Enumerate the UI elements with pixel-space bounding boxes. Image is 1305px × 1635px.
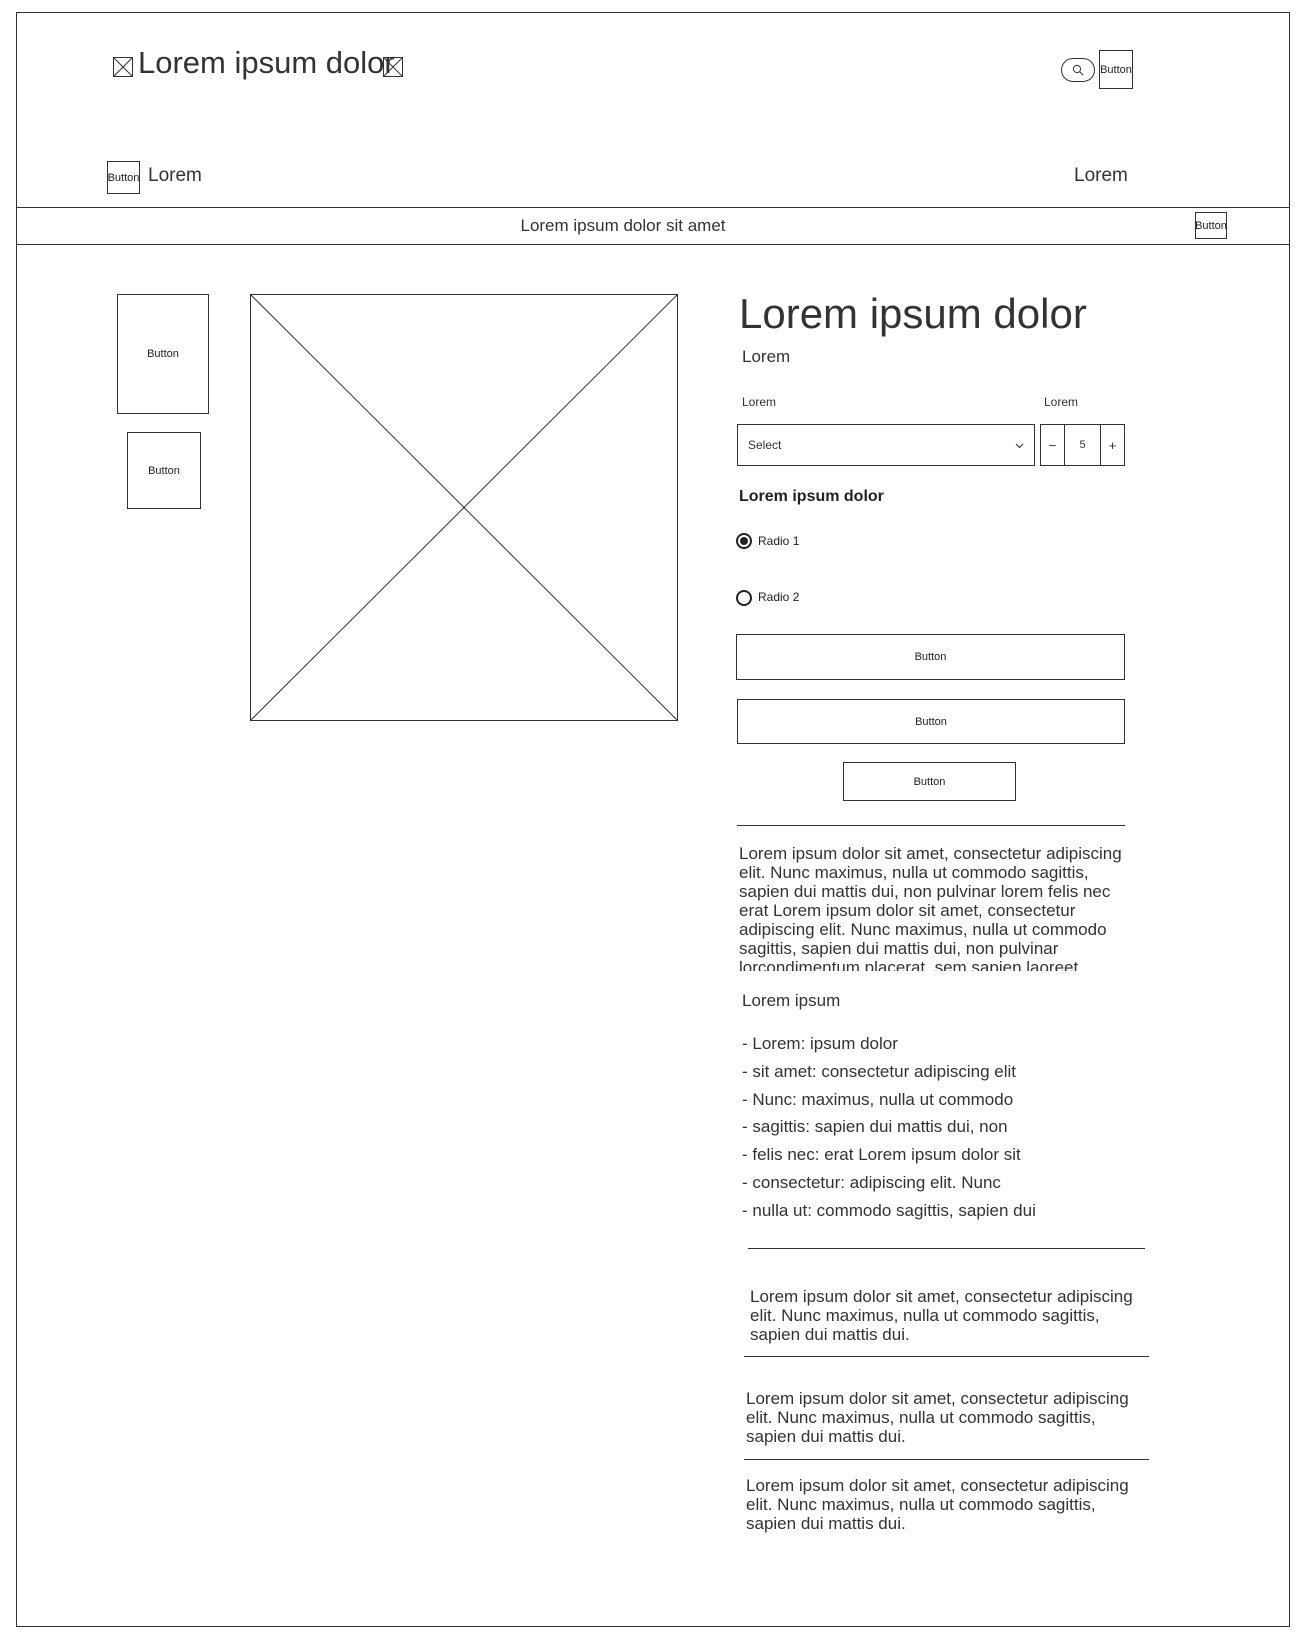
spec-item: - consectetur: adipiscing elit. Nunc	[742, 1173, 1001, 1192]
variant-select-value: Select	[748, 438, 782, 452]
variant-label: Lorem	[742, 395, 777, 409]
quantity-label: Lorem	[1044, 395, 1079, 409]
divider	[16, 207, 1290, 208]
nav-left-link[interactable]: Lorem	[148, 165, 202, 187]
options-title: Lorem ipsum dolor	[739, 488, 884, 505]
thumbnail-button-1[interactable]: Button	[117, 294, 209, 414]
radio-1-label[interactable]: Radio 1	[758, 534, 799, 548]
quantity-stepper[interactable]: − 5 +	[1040, 424, 1125, 466]
specs-title: Lorem ipsum	[742, 991, 841, 1010]
quantity-value[interactable]: 5	[1065, 425, 1100, 465]
radio-1[interactable]	[736, 533, 752, 549]
spec-item: - sagittis: sapien dui mattis dui, non	[742, 1117, 1008, 1136]
header-button[interactable]: Button	[1099, 50, 1133, 89]
page-frame	[16, 12, 1290, 1627]
product-price: Lorem	[742, 347, 791, 366]
logo-text[interactable]: Lorem ipsum dolor	[138, 45, 395, 81]
announcement-text: Lorem ipsum dolor sit amet	[520, 216, 726, 235]
accordion-item[interactable]: Lorem ipsum dolor sit amet, consectetur …	[746, 1389, 1148, 1446]
quantity-decrease-button[interactable]: −	[1041, 425, 1065, 465]
divider	[737, 825, 1125, 826]
divider	[16, 244, 1290, 245]
nav-right-link[interactable]: Lorem	[1074, 165, 1128, 187]
radio-2-label[interactable]: Radio 2	[758, 590, 799, 604]
accordion-item[interactable]: Lorem ipsum dolor sit amet, consectetur …	[750, 1287, 1150, 1344]
thumbnail-button-2[interactable]: Button	[127, 432, 201, 509]
add-to-cart-button[interactable]: Button	[736, 634, 1125, 680]
search-button[interactable]	[1061, 58, 1095, 82]
menu-button[interactable]: Button	[107, 161, 140, 194]
spec-item: - felis nec: erat Lorem ipsum dolor sit	[742, 1145, 1021, 1164]
divider	[748, 1248, 1145, 1249]
broken-image-icon	[113, 57, 133, 77]
product-title: Lorem ipsum dolor	[739, 290, 1087, 337]
variant-select[interactable]: Select	[737, 424, 1035, 466]
search-icon	[1072, 64, 1084, 76]
divider	[744, 1459, 1149, 1460]
spec-item: - sit amet: consectetur adipiscing elit	[742, 1062, 1017, 1081]
quantity-increase-button[interactable]: +	[1100, 425, 1124, 465]
banner-close-button[interactable]: Button	[1195, 212, 1227, 239]
product-description: Lorem ipsum dolor sit amet, consectetur …	[739, 844, 1122, 971]
divider	[744, 1356, 1149, 1357]
spec-item: - Lorem: ipsum dolor	[742, 1034, 898, 1053]
secondary-button[interactable]: Button	[843, 762, 1016, 801]
broken-image-icon	[383, 57, 403, 77]
radio-2[interactable]	[736, 590, 752, 606]
spec-item: - Nunc: maximus, nulla ut commodo	[742, 1090, 1014, 1109]
spec-item: - nulla ut: commodo sagittis, sapien dui	[742, 1201, 1036, 1220]
accordion-item[interactable]: Lorem ipsum dolor sit amet, consectetur …	[746, 1476, 1148, 1533]
image-placeholder	[250, 294, 678, 721]
buy-now-button[interactable]: Button	[737, 699, 1125, 744]
chevron-down-icon	[1015, 443, 1024, 449]
